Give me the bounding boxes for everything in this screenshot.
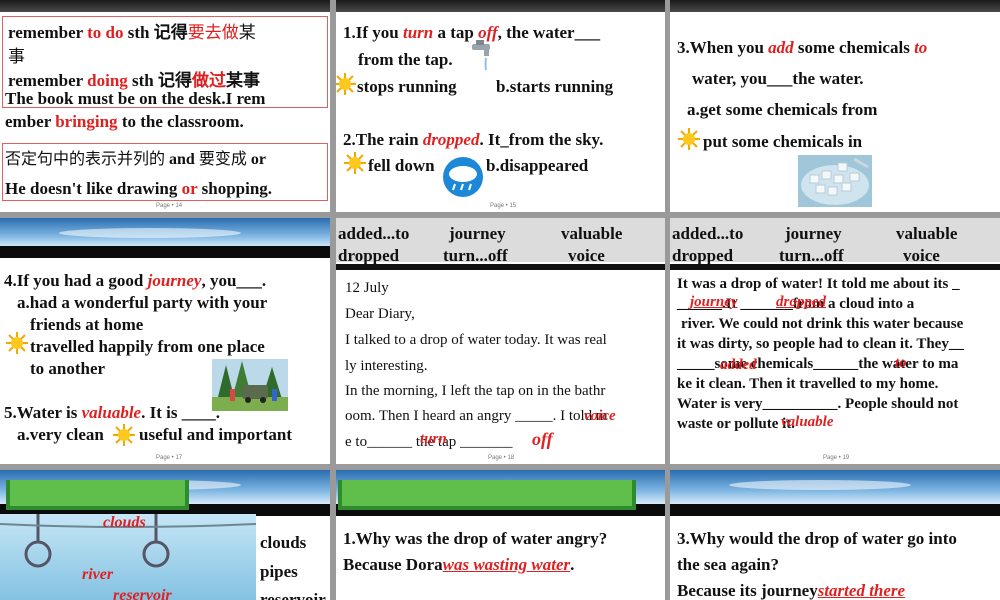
passage-line: river. We could not drink this water bec…	[681, 316, 964, 332]
answer-line: Because its journeystarted there	[677, 581, 906, 600]
page-number: Page • 15	[490, 203, 517, 209]
text-line: 事	[8, 47, 25, 66]
option-b: put some chemicals in	[703, 132, 863, 151]
diary-date: 12 July	[345, 280, 389, 296]
text-line: ember bringing to the classroom.	[5, 112, 244, 131]
slide-top-bar	[336, 0, 665, 12]
diary-line: I talked to a drop of water today. It wa…	[345, 332, 607, 348]
text-line: 否定句中的表示并列的 and 要变成 or	[5, 151, 266, 168]
option-a: friends at home	[30, 315, 144, 334]
slide-page-17: 4.If you had a good journey, you___. a.h…	[0, 218, 330, 464]
option-a: a.get some chemicals from	[687, 100, 878, 119]
answer-journey: journey	[690, 294, 738, 310]
word-bank-item: added...to	[672, 224, 744, 243]
answer-to: to	[895, 355, 907, 371]
text-line: remember to do sth 记得要去做某	[8, 23, 256, 42]
word-bank-item: journey	[785, 224, 842, 243]
divider	[670, 264, 1000, 270]
green-frame	[338, 480, 636, 510]
diary-greeting: Dear Diary,	[345, 306, 415, 322]
sun-icon	[336, 73, 356, 95]
text-line: He doesn't like drawing or shopping.	[5, 179, 273, 198]
slide-banner	[670, 470, 1000, 516]
label-reservoir: reservoir	[113, 587, 172, 600]
passage-line: It was a drop of water! It told me about…	[677, 276, 960, 292]
slide-page-14: remember to do sth 记得要去做某 事 remember doi…	[0, 0, 330, 212]
divider	[336, 264, 665, 270]
text-line: 4.If you had a good journey, you___.	[4, 271, 267, 290]
text-line: water, you___the water.	[692, 69, 864, 88]
option-b: b.starts running	[496, 77, 614, 96]
diary-line: In the morning, I left the tap on in the…	[345, 383, 606, 399]
text-line: 2.The rain dropped. It_from the sky.	[343, 130, 604, 149]
slide-question-3: 3.Why would the drop of water go into th…	[670, 470, 1000, 600]
answer-turn: turn	[420, 431, 447, 447]
option-b: b.disappeared	[486, 156, 589, 175]
option-b: useful and important	[139, 425, 293, 444]
passage-line: it was dirty, so people had to clean it.…	[677, 336, 964, 352]
green-frame	[6, 480, 189, 510]
option-a: fell down	[368, 156, 435, 175]
passage-line: Water is very__________. People should n…	[677, 396, 959, 412]
page-number: Page • 14	[156, 203, 183, 209]
answer-off: off	[532, 429, 553, 449]
option-b: travelled happily from one place	[30, 337, 265, 356]
sun-icon	[113, 424, 135, 446]
text-line: 5.Water is valuable. It is ____.	[4, 403, 220, 422]
diary-line: ly interesting.	[345, 358, 428, 374]
slide-page-19: added...to journey valuable dropped turn…	[670, 218, 1000, 464]
answer-line: Because Dorawas wasting water.	[343, 555, 575, 574]
question-text: 1.Why was the drop of water angry?	[343, 529, 608, 548]
word-item: pipes	[260, 562, 298, 581]
word-item: clouds	[260, 533, 307, 552]
slide-banner	[0, 218, 330, 258]
sun-icon	[344, 152, 366, 174]
word-bank-item: journey	[449, 224, 506, 243]
slide-question-1: 1.Why was the drop of water angry? Becau…	[336, 470, 665, 600]
option-b: to another	[30, 359, 106, 378]
passage-line: ke it clean. Then it travelled to my hom…	[677, 376, 939, 392]
passage-line: waste or pollute it.	[677, 416, 796, 432]
question-text: the sea again?	[677, 555, 779, 574]
option-a: a.had a wonderful party with your	[17, 293, 268, 312]
slide-top-bar	[670, 0, 1000, 12]
tap-icon	[472, 40, 490, 71]
question-text: 3.Why would the drop of water go into	[677, 529, 957, 548]
text-line: 3.When you add some chemicals to	[677, 38, 928, 57]
answer-added: added	[720, 357, 757, 373]
answer-voice: voice	[584, 408, 616, 424]
label-clouds: clouds	[103, 514, 146, 531]
page-number: Page • 19	[823, 455, 850, 461]
slide-diagram: clouds river reservoir clouds pipes rese…	[0, 470, 330, 600]
diary-line: oom. Then I heard an angry _____. I told…	[345, 408, 608, 424]
slide-page-15: 1.If you turn a tap off, the water___ fr…	[336, 0, 665, 212]
text-line: The book must be on the desk.I rem	[5, 89, 266, 108]
word-item: reservoir	[260, 590, 326, 600]
sun-icon	[6, 332, 28, 354]
chemical-cubes-photo	[798, 155, 872, 207]
rain-cloud-icon	[443, 157, 483, 197]
slide-top-bar	[0, 0, 330, 12]
page-number: Page • 18	[488, 455, 515, 461]
slide-page-16: 3.When you add some chemicals to water, …	[670, 0, 1000, 212]
word-bank-item: valuable	[896, 224, 958, 243]
label-river: river	[82, 566, 114, 583]
page-number: Page • 17	[156, 455, 183, 461]
text-line: from the tap.	[358, 50, 453, 69]
sun-icon	[678, 128, 700, 150]
answer-dropped: dropped	[776, 294, 826, 310]
option-a: stops running	[357, 77, 457, 96]
word-bank-item: valuable	[561, 224, 623, 243]
option-a: a.very clean	[17, 425, 104, 444]
word-bank-item: added...to	[338, 224, 410, 243]
answer-valuable: valuable	[781, 414, 834, 430]
slide-page-18: added...to journey valuable dropped turn…	[336, 218, 665, 464]
travel-photo	[212, 359, 288, 411]
